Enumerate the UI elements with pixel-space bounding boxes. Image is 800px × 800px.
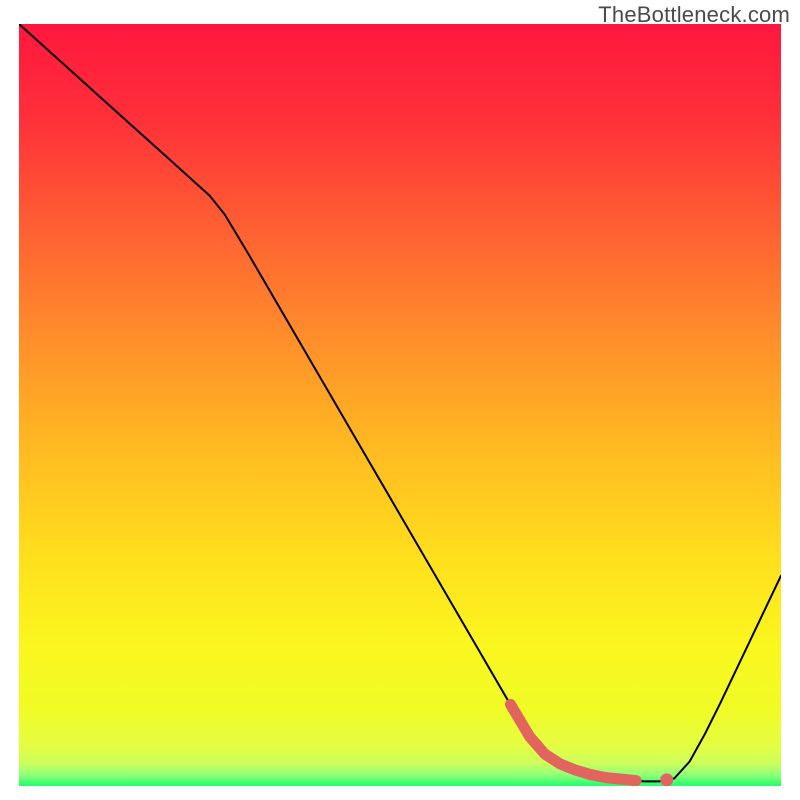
bottleneck-chart: TheBottleneck.com	[0, 0, 800, 800]
plot-background	[19, 24, 781, 786]
highlight-point	[660, 773, 673, 786]
chart-svg	[19, 24, 781, 786]
watermark-text: TheBottleneck.com	[598, 2, 790, 28]
